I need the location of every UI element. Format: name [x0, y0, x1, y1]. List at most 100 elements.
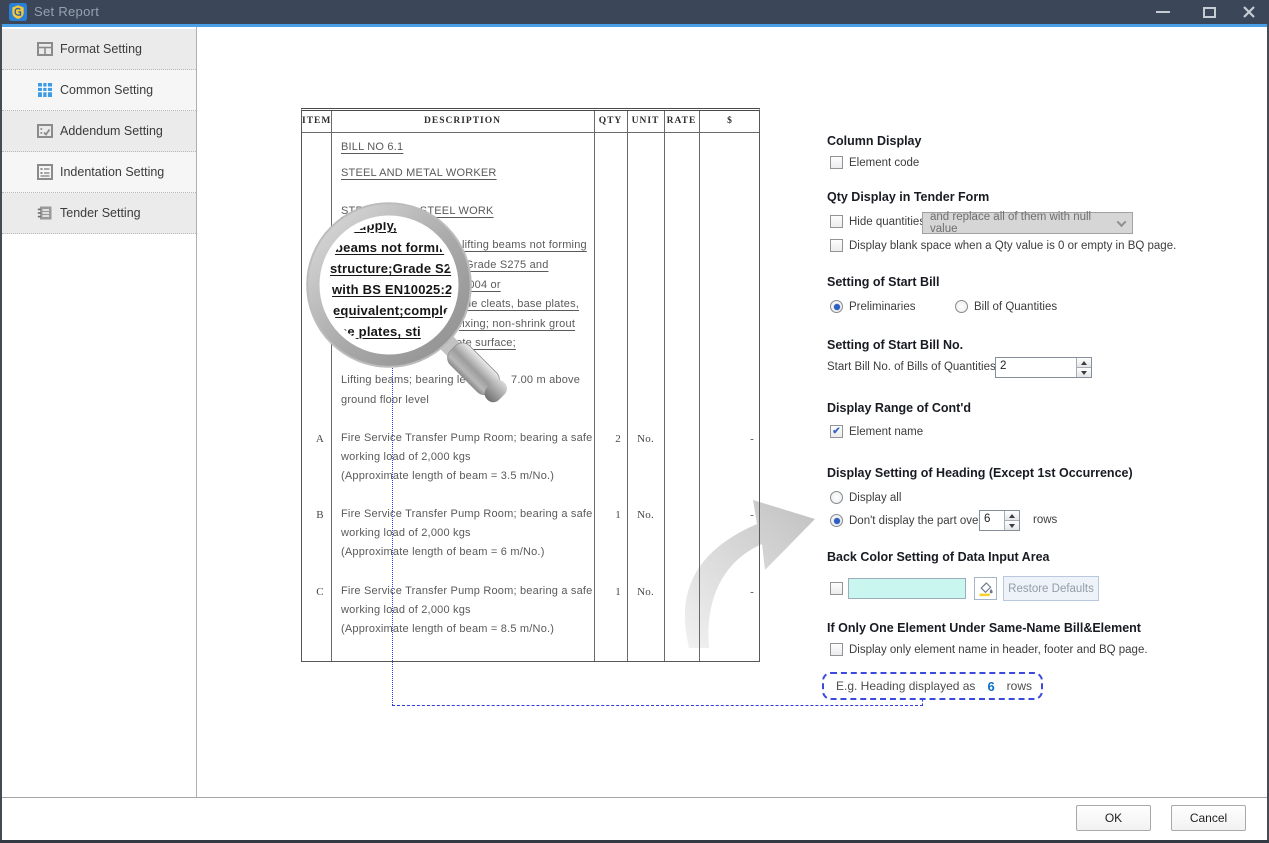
preliminaries-label: Preliminaries [849, 301, 915, 313]
start-bill-no-label: Start Bill No. of Bills of Quantities: [827, 361, 999, 373]
section-heading-column-display: Column Display [827, 134, 921, 148]
bill-of-quantities-radio[interactable] [955, 300, 968, 313]
example-suffix: rows [1007, 679, 1032, 693]
back-color-checkbox[interactable] [830, 582, 843, 595]
element-code-label: Element code [849, 157, 919, 169]
section-heading-contd: Display Range of Cont'd [827, 401, 971, 415]
sidebar-item-addendum-setting[interactable]: Addendum Setting [2, 111, 196, 152]
heading-rows-stepper[interactable]: 6 [979, 510, 1020, 531]
blank-space-row[interactable]: Display blank space when a Qty value is … [830, 239, 1176, 252]
annotation-connector-line [922, 699, 923, 706]
start-bill-no-value[interactable]: 2 [996, 358, 1076, 377]
element-code-checkbox[interactable] [830, 156, 843, 169]
row-desc-line: working load of 2,000 kgs [341, 604, 471, 616]
replace-qty-dropdown-value: and replace all of them with null value [930, 211, 1118, 235]
preliminaries-radio[interactable] [830, 300, 843, 313]
table-column-divider [699, 111, 700, 661]
row-qty: 1 [594, 509, 621, 521]
section-heading-qty-display: Qty Display in Tender Form [827, 190, 989, 204]
display-all-label: Display all [849, 492, 901, 504]
replace-qty-dropdown[interactable]: and replace all of them with null value [922, 212, 1133, 234]
dont-display-option[interactable]: Don't display the part over [830, 514, 982, 527]
hide-quantities-label: Hide quantities [849, 216, 925, 228]
ok-button-label: OK [1105, 811, 1122, 825]
dont-display-radio[interactable] [830, 514, 843, 527]
color-picker-button[interactable] [974, 577, 997, 600]
preliminaries-option[interactable]: Preliminaries [830, 300, 915, 313]
row-desc-line: (Approximate length of beam = 3.5 m/No.) [341, 470, 554, 482]
table-column-divider [627, 111, 628, 661]
element-name-label: Element name [849, 426, 923, 438]
magnifier-text-line: structure;Grade S2 [330, 261, 451, 276]
row-item-letter: B [310, 509, 330, 521]
sidebar-item-label: Addendum Setting [60, 124, 163, 138]
start-bill-no-stepper[interactable]: 2 [995, 357, 1092, 378]
section-heading-back-color: Back Color Setting of Data Input Area [827, 550, 1049, 564]
element-code-row[interactable]: Element code [830, 156, 919, 169]
stepper-down-icon[interactable] [1077, 367, 1091, 377]
blank-space-checkbox[interactable] [830, 239, 843, 252]
restore-defaults-button[interactable]: Restore Defaults [1003, 576, 1099, 601]
window-border [0, 24, 2, 843]
cancel-button[interactable]: Cancel [1171, 805, 1246, 831]
heading-rows-value[interactable]: 6 [980, 511, 1004, 530]
row-qty: 2 [594, 433, 621, 445]
paint-bucket-icon [977, 580, 994, 597]
window-title: Set Report [34, 4, 99, 19]
row-qty: 1 [594, 586, 621, 598]
table-column-divider [594, 111, 595, 661]
magnifier-lens-text: gn, supply, beams not formin structure;G… [326, 222, 452, 348]
col-header-qty: QTY [594, 116, 627, 126]
section-heading-one-element: If Only One Element Under Same-Name Bill… [827, 621, 1141, 635]
bill-no-line: BILL NO 6.1 [341, 141, 403, 153]
row-amount: - [699, 433, 754, 445]
row-desc-line: working load of 2,000 kgs [341, 451, 471, 463]
blank-space-label: Display blank space when a Qty value is … [849, 240, 1176, 252]
hide-quantities-checkbox[interactable] [830, 215, 843, 228]
row-amount: - [699, 509, 754, 521]
row-desc-line: working load of 2,000 kgs [341, 527, 471, 539]
hide-quantities-row[interactable]: Hide quantities [830, 215, 925, 228]
indentation-setting-icon [36, 163, 54, 181]
col-header-unit: UNIT [627, 116, 664, 126]
sidebar-item-indentation-setting[interactable]: Indentation Setting [2, 152, 196, 193]
display-only-element-checkbox[interactable] [830, 643, 843, 656]
format-setting-icon [36, 40, 54, 58]
col-header-rate: RATE [664, 116, 699, 126]
element-name-checkbox[interactable] [830, 425, 843, 438]
stepper-down-icon[interactable] [1005, 520, 1019, 530]
element-name-row[interactable]: Element name [830, 425, 923, 438]
display-all-radio[interactable] [830, 491, 843, 504]
magnifier-text-line: gn, supply, [327, 222, 397, 233]
row-unit: No. [627, 509, 664, 521]
row-unit: No. [627, 433, 664, 445]
table-header-divider [302, 132, 759, 133]
col-header-description: DESCRIPTION [331, 116, 594, 126]
sidebar: Format Setting Common Setting Addendum S… [2, 27, 196, 797]
back-color-swatch[interactable] [848, 578, 966, 599]
restore-defaults-label: Restore Defaults [1008, 583, 1094, 595]
footer-divider [0, 797, 1269, 798]
sidebar-item-common-setting[interactable]: Common Setting [2, 70, 196, 111]
display-only-element-row[interactable]: Display only element name in header, foo… [830, 643, 1148, 656]
magnifier-text-line: with BS EN10025:2 [332, 282, 452, 297]
row-desc-line: Fire Service Transfer Pump Room; bearing… [341, 508, 593, 520]
bill-of-quantities-option[interactable]: Bill of Quantities [955, 300, 1057, 313]
col-header-item: ITEM [302, 116, 331, 126]
display-all-option[interactable]: Display all [830, 491, 901, 504]
addendum-setting-icon [36, 122, 54, 140]
annotation-horizontal-line [392, 705, 923, 706]
example-prefix: E.g. Heading displayed as [836, 679, 975, 693]
sidebar-item-format-setting[interactable]: Format Setting [2, 29, 196, 70]
sidebar-item-tender-setting[interactable]: Tender Setting [2, 193, 196, 234]
sidebar-item-label: Tender Setting [60, 206, 141, 220]
cancel-button-label: Cancel [1190, 811, 1227, 825]
bill-title-line: STEEL AND METAL WORKER [341, 167, 497, 179]
magnifier-text-line: se plates, sti [340, 324, 421, 339]
ok-button[interactable]: OK [1076, 805, 1151, 831]
stepper-up-icon[interactable] [1005, 511, 1019, 520]
stepper-up-icon[interactable] [1077, 358, 1091, 367]
row-item-letter: A [310, 433, 330, 445]
magnifier-text-line: beams not formin [335, 240, 447, 255]
row-desc-line: Fire Service Transfer Pump Room; bearing… [341, 432, 593, 444]
